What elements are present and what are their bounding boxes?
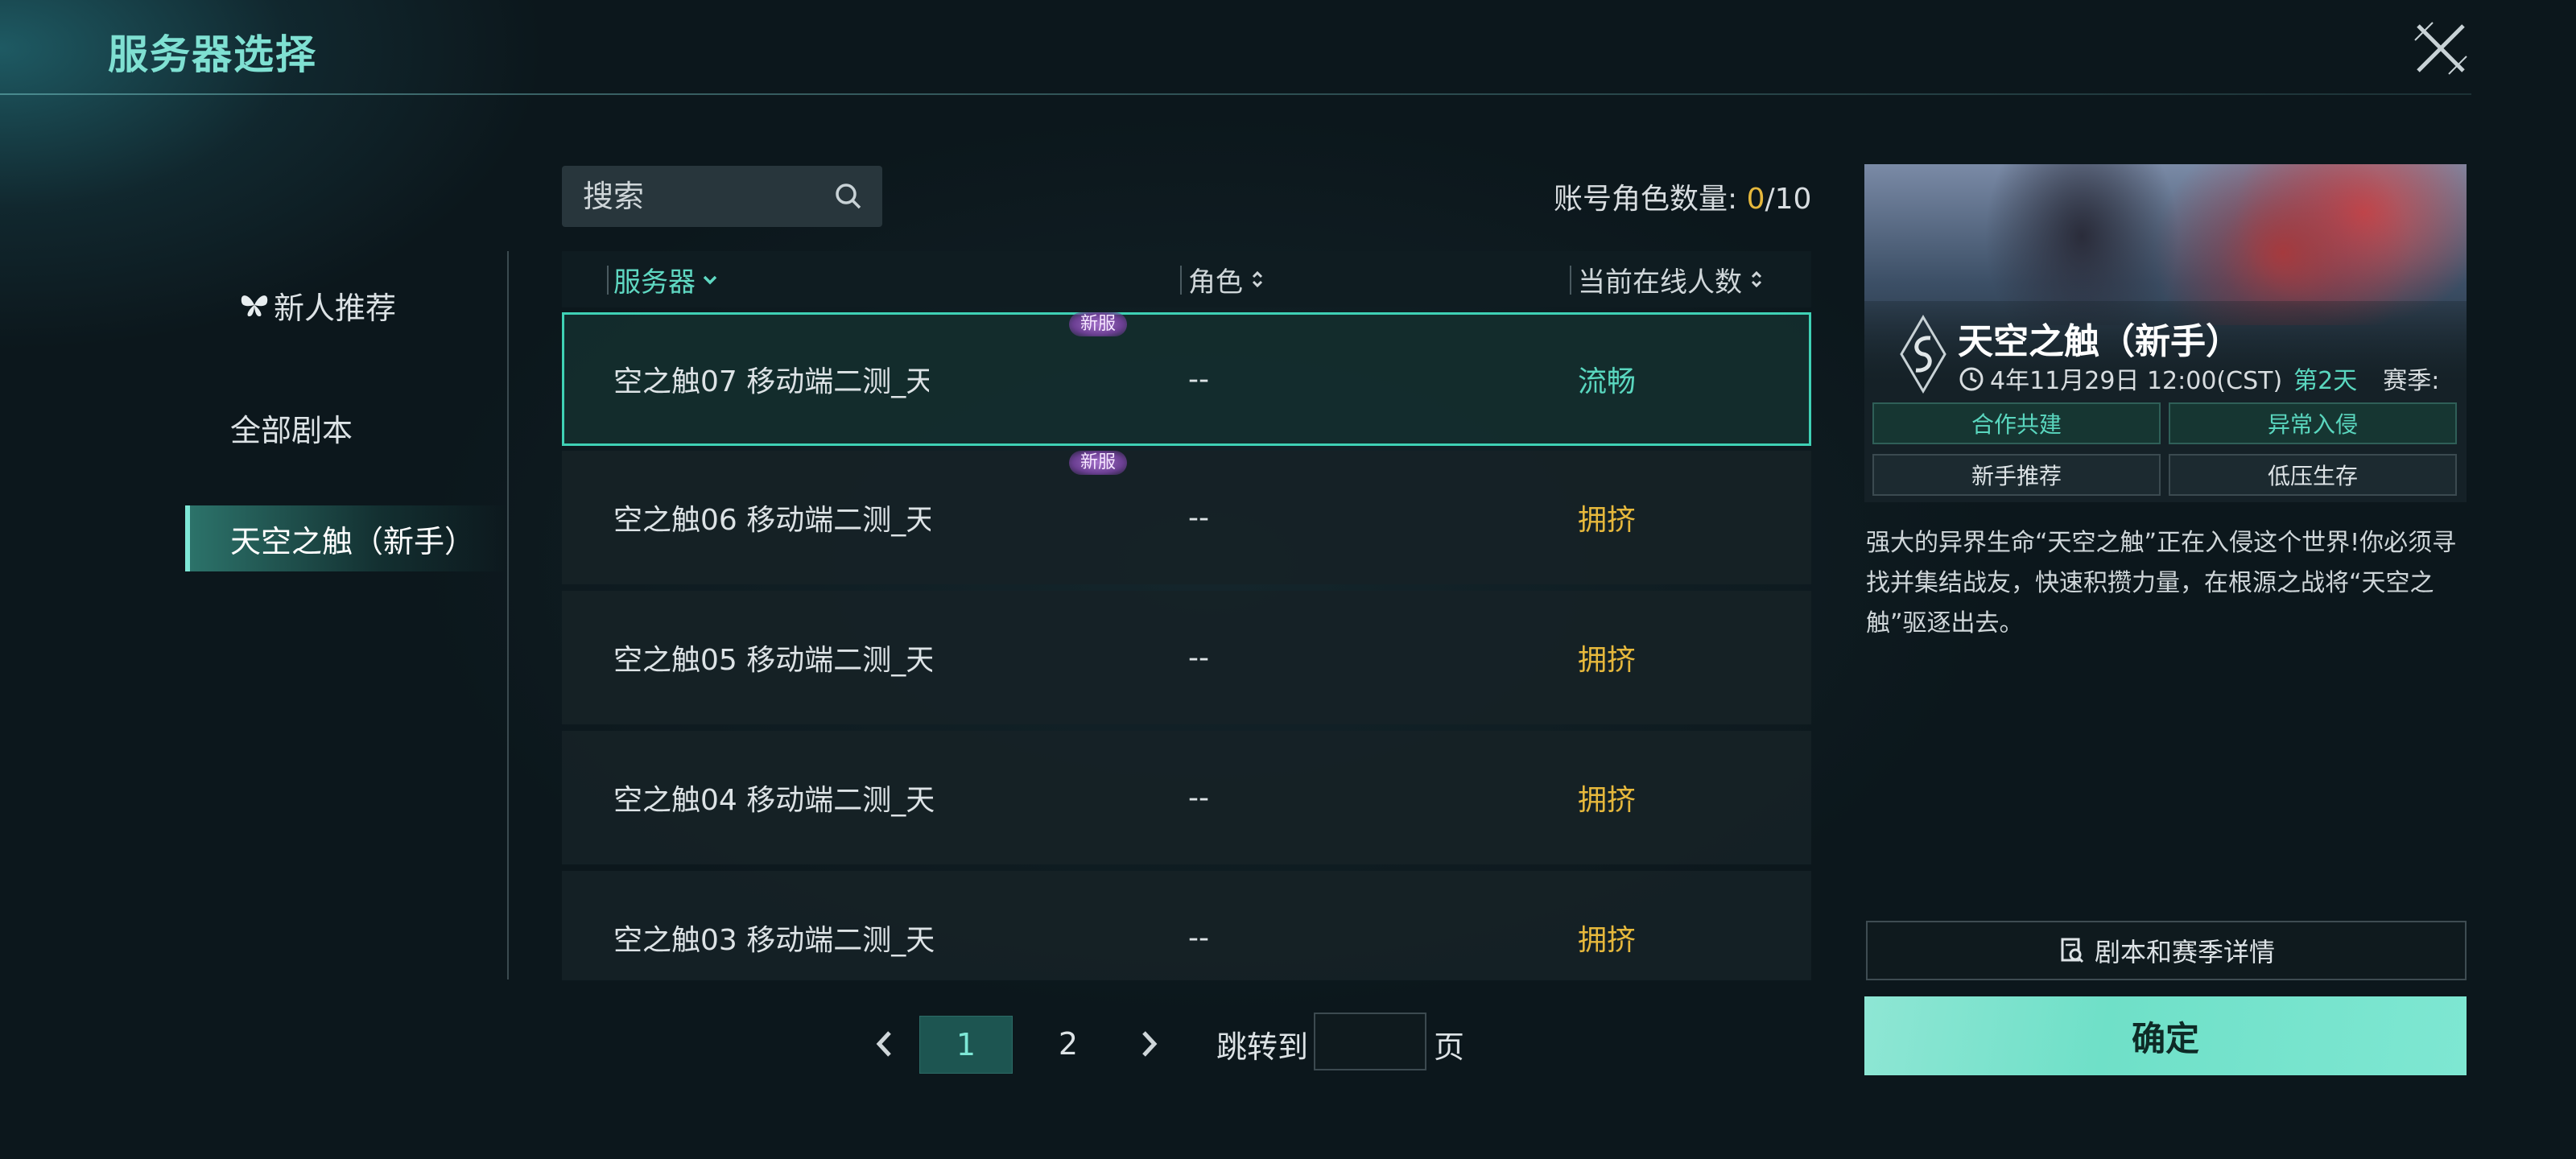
status-cell: 拥挤 xyxy=(1578,924,1637,957)
status-cell: 流畅 xyxy=(1578,365,1637,398)
server-emblem-icon xyxy=(1900,315,1946,394)
script-season-details-button[interactable]: 剧本和赛季详情 xyxy=(1866,921,2467,980)
jump-page-input[interactable] xyxy=(1314,1013,1426,1070)
server-row-04[interactable]: 空之触04 移动端二测_天空之触 -- 拥挤 xyxy=(562,731,1811,864)
search-input[interactable] xyxy=(581,178,826,215)
close-icon xyxy=(2414,22,2467,75)
column-label: 当前在线人数 xyxy=(1578,266,1742,299)
tag-newbie: 新手推荐 xyxy=(1872,454,2161,496)
account-count-current: 0 xyxy=(1746,183,1765,216)
new-server-badge: 新服 xyxy=(1069,451,1128,475)
open-day: 第2天 xyxy=(2293,367,2358,395)
server-row-05[interactable]: 空之触05 移动端二测_天空之触 -- 拥挤 xyxy=(562,591,1811,724)
page-2-button[interactable]: 2 xyxy=(1022,1016,1114,1072)
column-separator xyxy=(1570,266,1571,295)
server-banner: 天空之触（新手） 4年11月29日 12:00(CST) 第2天 赛季: 合作共… xyxy=(1864,164,2467,502)
butterfly-icon xyxy=(241,295,268,316)
role-cell: -- xyxy=(1188,501,1209,534)
page-number: 2 xyxy=(1058,1026,1079,1062)
page-number: 1 xyxy=(956,1027,976,1062)
tag-low-pressure: 低压生存 xyxy=(2169,454,2457,496)
sidebar-item-sky-touch[interactable]: 天空之触（新手） xyxy=(185,505,507,571)
sidebar-item-label: 全部剧本 xyxy=(230,412,353,448)
column-header-online[interactable]: 当前在线人数 xyxy=(1578,251,1766,307)
chevron-left-icon xyxy=(876,1031,891,1057)
column-separator xyxy=(1180,266,1182,295)
open-date: 4年11月29日 12:00(CST) xyxy=(1990,367,2283,395)
sort-updown-icon xyxy=(1751,270,1762,288)
chevron-right-icon xyxy=(1142,1031,1158,1057)
search-box[interactable] xyxy=(562,166,882,227)
column-label: 服务器 xyxy=(613,266,696,299)
account-role-count: 账号角色数量: 0/10 xyxy=(1554,175,1811,217)
column-separator xyxy=(607,266,609,295)
season-label: 赛季: xyxy=(2383,367,2440,395)
role-cell: -- xyxy=(1188,641,1209,674)
role-cell: -- xyxy=(1188,921,1209,955)
status-cell: 拥挤 xyxy=(1578,784,1637,817)
server-time-info: 4年11月29日 12:00(CST) 第2天 赛季: xyxy=(1958,361,2467,396)
server-row-06[interactable]: 新服 空之触06 移动端二测_天空之触 -- 拥挤 xyxy=(562,451,1811,584)
status-cell: 拥挤 xyxy=(1578,644,1637,677)
column-header-server[interactable]: 服务器 xyxy=(613,251,720,307)
clock-icon xyxy=(1959,367,1984,391)
sidebar-item-label: 天空之触（新手） xyxy=(230,523,476,559)
close-button[interactable] xyxy=(2409,16,2473,80)
sidebar-divider xyxy=(507,251,509,980)
tag-anomaly: 异常入侵 xyxy=(2169,402,2457,444)
tag-coop: 合作共建 xyxy=(1872,402,2161,444)
server-name: 空之触03 移动端二测_天空之触 xyxy=(613,924,935,957)
document-search-icon xyxy=(2061,938,2084,963)
sidebar-item-newbie[interactable]: 新人推荐 xyxy=(185,272,507,338)
sort-updown-icon xyxy=(1252,270,1263,288)
role-cell: -- xyxy=(1188,362,1209,396)
server-name: 空之触06 移动端二测_天空之触 xyxy=(613,504,931,537)
server-name: 空之触05 移动端二测_天空之触 xyxy=(613,644,932,677)
prev-page-button[interactable] xyxy=(868,1016,900,1072)
new-server-badge: 新服 xyxy=(1069,312,1128,336)
page-title: 服务器选择 xyxy=(108,31,317,78)
server-row-03[interactable]: 空之触03 移动端二测_天空之触 -- 拥挤 xyxy=(562,871,1811,980)
status-cell: 拥挤 xyxy=(1578,504,1637,537)
confirm-button[interactable]: 确定 xyxy=(1864,996,2467,1075)
server-row-07[interactable]: 新服 空之触07 移动端二测_天空之触 -- 流畅 xyxy=(562,312,1811,446)
role-cell: -- xyxy=(1188,781,1209,815)
page-suffix: 页 xyxy=(1433,1029,1464,1065)
server-name: 空之触04 移动端二测_天空之触 xyxy=(613,784,934,817)
server-description: 强大的异界生命“天空之触”正在入侵这个世界!你必须寻找并集结战友，快速积攒力量，… xyxy=(1866,529,2457,637)
sidebar-item-all-scripts[interactable]: 全部剧本 xyxy=(185,394,507,460)
details-button-label: 剧本和赛季详情 xyxy=(2094,937,2275,967)
chevron-down-icon xyxy=(703,275,717,285)
column-label: 角色 xyxy=(1188,266,1243,299)
search-icon[interactable] xyxy=(832,180,865,212)
header-divider xyxy=(0,93,2471,95)
account-count-label: 账号角色数量: xyxy=(1554,183,1747,216)
next-page-button[interactable] xyxy=(1133,1016,1166,1072)
page-1-button[interactable]: 1 xyxy=(919,1016,1013,1074)
server-name: 空之触07 移动端二测_天空之触 xyxy=(613,365,929,398)
sidebar-item-label: 新人推荐 xyxy=(274,290,397,326)
column-header-role[interactable]: 角色 xyxy=(1188,251,1267,307)
server-title: 天空之触（新手） xyxy=(1958,321,2241,362)
account-count-max: /10 xyxy=(1765,183,1812,216)
jump-label: 跳转到 xyxy=(1216,1029,1308,1065)
